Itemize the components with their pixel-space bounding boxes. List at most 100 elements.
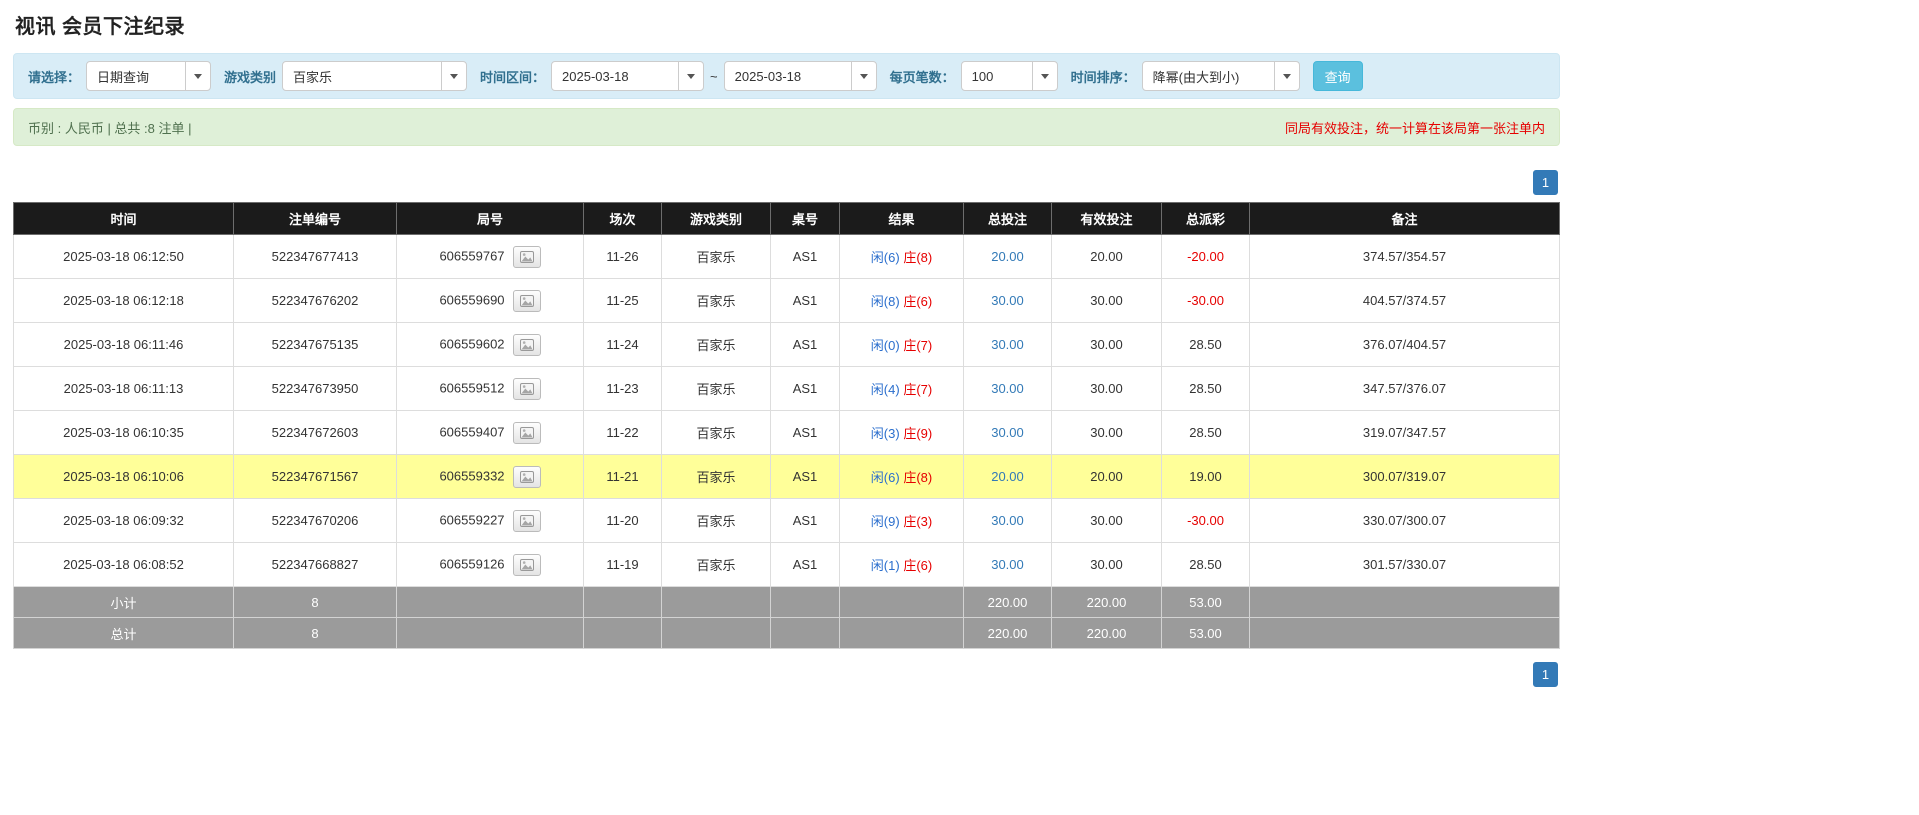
game-type-group: 游戏类别 百家乐 bbox=[224, 61, 468, 91]
valid-bet-cell: 30.00 bbox=[1051, 498, 1162, 543]
bet-id-cell: 522347671567 bbox=[233, 454, 397, 499]
chevron-down-icon bbox=[441, 62, 466, 90]
round-id: 606559602 bbox=[439, 335, 505, 351]
session-cell: 11-19 bbox=[583, 542, 662, 587]
round-cell: 606559407 bbox=[396, 410, 584, 455]
image-icon bbox=[519, 514, 534, 527]
time-cell: 2025-03-18 06:12:50 bbox=[13, 234, 234, 279]
total-bet-cell: 30.00 bbox=[963, 366, 1052, 411]
summary-cell bbox=[396, 586, 584, 618]
view-round-button[interactable] bbox=[512, 553, 541, 576]
table-row: 2025-03-18 06:09:32 522347670206 606559227… bbox=[13, 498, 1560, 543]
session-cell: 11-20 bbox=[583, 498, 662, 543]
table-row: 2025-03-18 06:11:46 522347675135 606559602… bbox=[13, 322, 1560, 367]
column-header: 游戏类别 bbox=[661, 202, 771, 235]
game-type-cell: 百家乐 bbox=[661, 410, 771, 455]
summary-cell: 220.00 bbox=[963, 617, 1052, 649]
remark-cell: 319.07/347.57 bbox=[1249, 410, 1560, 455]
remark-cell: 374.57/354.57 bbox=[1249, 234, 1560, 279]
table-row: 2025-03-18 06:11:13 522347673950 606559512… bbox=[13, 366, 1560, 411]
total-bet-link[interactable]: 30.00 bbox=[991, 513, 1024, 528]
page-title: 视讯 会员下注纪录 bbox=[15, 16, 186, 38]
view-round-button[interactable] bbox=[512, 333, 541, 356]
search-button[interactable]: 查询 bbox=[1312, 61, 1363, 91]
currency-summary-text: 币别 : 人民币 | 总共 :8 注单 | bbox=[28, 120, 192, 136]
summary-cell: 8 bbox=[233, 586, 397, 618]
chevron-down-icon bbox=[1031, 62, 1057, 90]
query-type-select[interactable]: 日期查询 bbox=[86, 61, 212, 91]
pagination-bottom: 1 bbox=[13, 662, 1558, 687]
session-cell: 11-22 bbox=[583, 410, 662, 455]
view-round-button[interactable] bbox=[512, 289, 541, 312]
total-bet-cell: 20.00 bbox=[963, 454, 1052, 499]
bet-id-cell: 522347673950 bbox=[233, 366, 397, 411]
view-round-button[interactable] bbox=[512, 465, 541, 488]
total-bet-link[interactable]: 20.00 bbox=[991, 469, 1024, 484]
query-type-group: 请选择： 日期查询 bbox=[28, 61, 212, 91]
round-cell: 606559332 bbox=[396, 454, 584, 499]
remark-cell: 300.07/319.07 bbox=[1249, 454, 1560, 499]
column-header: 总派彩 bbox=[1161, 202, 1250, 235]
result-player: 闲(3) bbox=[870, 426, 900, 441]
date-from-value: 2025-03-18 bbox=[562, 68, 629, 84]
result-banker: 庄(7) bbox=[903, 338, 933, 353]
total-bet-link[interactable]: 30.00 bbox=[991, 557, 1024, 572]
round-id: 606559332 bbox=[439, 467, 505, 483]
view-round-button[interactable] bbox=[512, 377, 541, 400]
valid-bet-cell: 30.00 bbox=[1051, 322, 1162, 367]
date-from-select[interactable]: 2025-03-18 bbox=[551, 61, 705, 91]
bet-id-cell: 522347672603 bbox=[233, 410, 397, 455]
remark-cell: 330.07/300.07 bbox=[1249, 498, 1560, 543]
payout-cell: 28.50 bbox=[1161, 542, 1250, 587]
total-bet-link[interactable]: 30.00 bbox=[991, 381, 1024, 396]
table-no-cell: AS1 bbox=[770, 498, 840, 543]
query-type-label: 请选择： bbox=[28, 69, 81, 85]
game-type-select[interactable]: 百家乐 bbox=[282, 61, 468, 91]
view-round-button[interactable] bbox=[512, 421, 541, 444]
time-cell: 2025-03-18 06:08:52 bbox=[13, 542, 234, 587]
round-id: 606559767 bbox=[439, 247, 505, 263]
result-cell: 闲(6) 庄(8) bbox=[839, 234, 964, 279]
payout-cell: 28.50 bbox=[1161, 410, 1250, 455]
total-bet-link[interactable]: 30.00 bbox=[991, 425, 1024, 440]
game-type-cell: 百家乐 bbox=[661, 366, 771, 411]
result-banker: 庄(6) bbox=[903, 558, 933, 573]
table-no-cell: AS1 bbox=[770, 234, 840, 279]
column-header: 局号 bbox=[396, 202, 584, 235]
summary-cell bbox=[1249, 586, 1560, 618]
table-row: 2025-03-18 06:12:18 522347676202 606559690… bbox=[13, 278, 1560, 323]
total-bet-link[interactable]: 30.00 bbox=[991, 337, 1024, 352]
summary-cell bbox=[661, 617, 771, 649]
round-cell: 606559767 bbox=[396, 234, 584, 279]
chevron-down-icon bbox=[850, 62, 876, 90]
result-banker: 庄(7) bbox=[903, 382, 933, 397]
page: 视讯 会员下注纪录 请选择： 日期查询 游戏类别 百家乐 时间区间： 2025-… bbox=[0, 0, 1919, 815]
query-type-value: 日期查询 bbox=[97, 69, 150, 85]
content: 请选择： 日期查询 游戏类别 百家乐 时间区间： 2025-03-18 ~ 20… bbox=[13, 53, 1560, 687]
valid-bet-cell: 30.00 bbox=[1051, 542, 1162, 587]
page-number-button[interactable]: 1 bbox=[1533, 170, 1558, 195]
time-sort-group: 时间排序： 降幂(由大到小) bbox=[1071, 61, 1300, 91]
round-cell: 606559690 bbox=[396, 278, 584, 323]
result-player: 闲(9) bbox=[870, 514, 900, 529]
total-bet-link[interactable]: 30.00 bbox=[991, 293, 1024, 308]
time-sort-select[interactable]: 降幂(由大到小) bbox=[1141, 61, 1300, 91]
result-player: 闲(6) bbox=[870, 250, 900, 265]
total-bet-link[interactable]: 20.00 bbox=[991, 249, 1024, 264]
remark-cell: 404.57/374.57 bbox=[1249, 278, 1560, 323]
view-round-button[interactable] bbox=[512, 245, 541, 268]
image-icon bbox=[519, 382, 534, 395]
valid-bet-cell: 20.00 bbox=[1051, 234, 1162, 279]
date-to-select[interactable]: 2025-03-18 bbox=[723, 61, 877, 91]
view-round-button[interactable] bbox=[512, 509, 541, 532]
result-player: 闲(0) bbox=[870, 338, 900, 353]
column-header: 桌号 bbox=[770, 202, 840, 235]
time-cell: 2025-03-18 06:11:46 bbox=[13, 322, 234, 367]
image-icon bbox=[519, 338, 534, 351]
payout-cell: 19.00 bbox=[1161, 454, 1250, 499]
result-banker: 庄(6) bbox=[903, 294, 933, 309]
page-number-button[interactable]: 1 bbox=[1533, 662, 1558, 687]
per-page-select[interactable]: 100 bbox=[960, 61, 1058, 91]
summary-cell: 8 bbox=[233, 617, 397, 649]
total-bet-cell: 20.00 bbox=[963, 234, 1052, 279]
